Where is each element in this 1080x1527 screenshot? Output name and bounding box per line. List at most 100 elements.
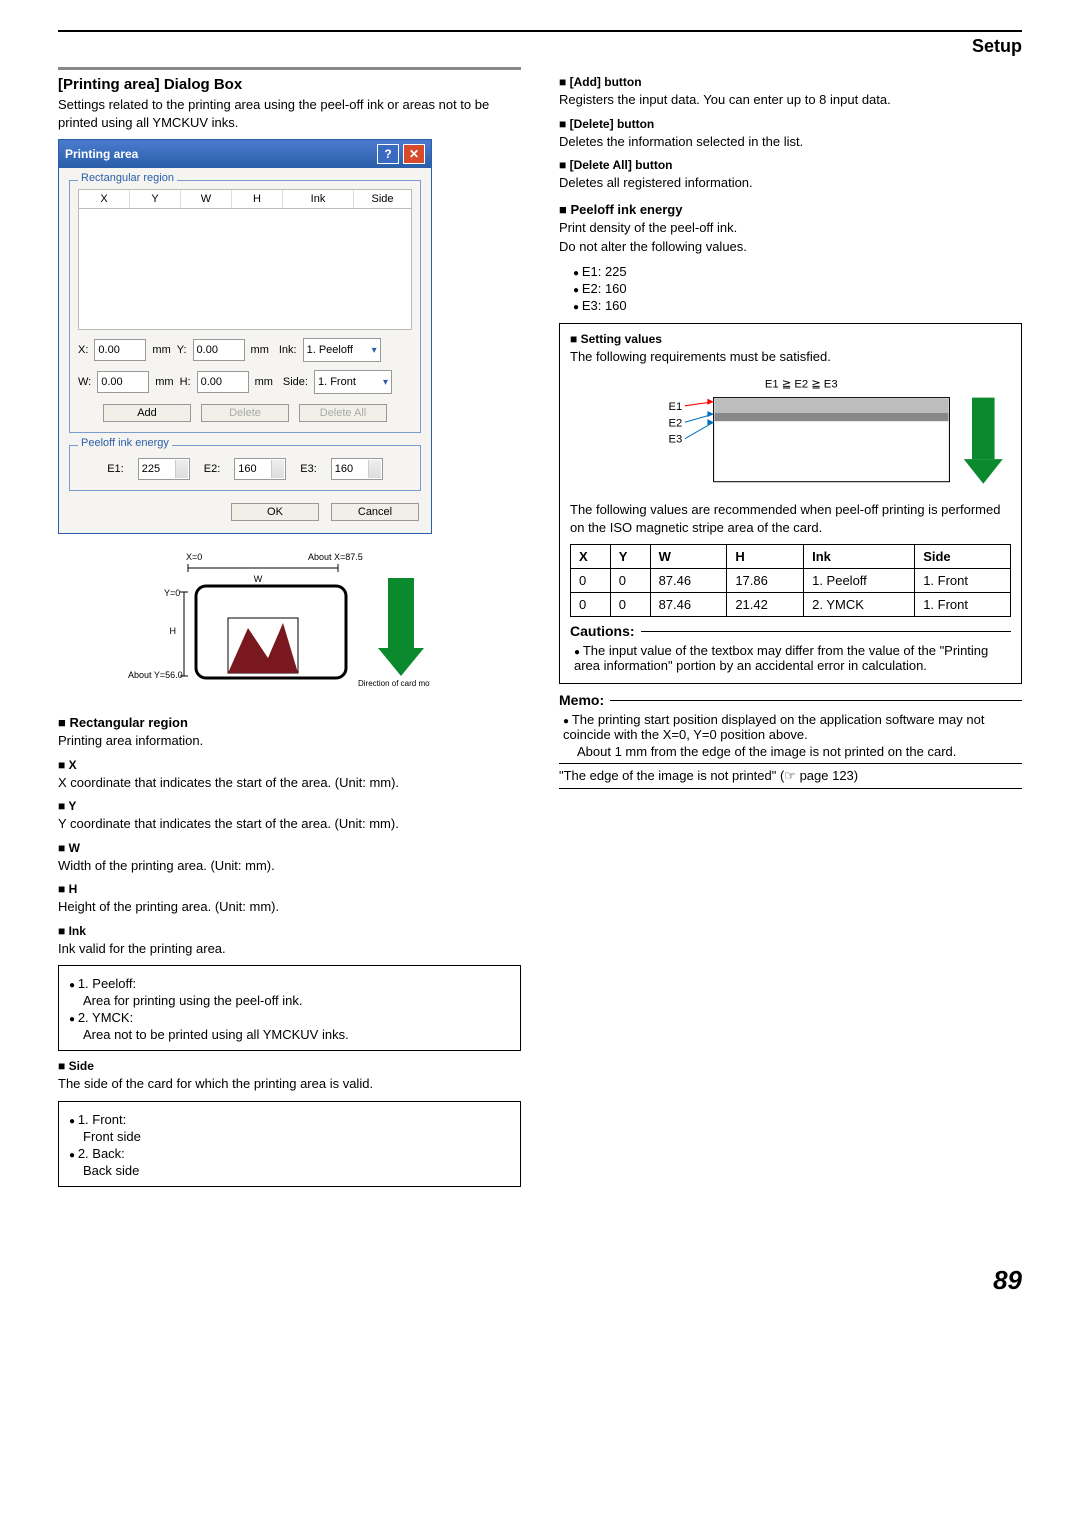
setting-values-box: Setting values The following requirement… (559, 323, 1022, 685)
memo-label: Memo: (559, 692, 604, 708)
y-heading: Y (58, 799, 521, 813)
group-energy-legend: Peeloff ink energy (78, 437, 172, 449)
e3-default: E3: 160 (573, 298, 1022, 313)
energy-diagram: E1 ≧ E2 ≧ E3 E1 E2 E3 (570, 373, 1011, 496)
side-heading: Side (58, 1059, 521, 1073)
rect-region-text: Printing area information. (58, 732, 521, 750)
e3-input[interactable]: 160 (331, 458, 383, 480)
svg-text:E1: E1 (668, 401, 682, 413)
help-icon[interactable]: ? (377, 144, 399, 164)
h-desc: Height of the printing area. (Unit: mm). (58, 898, 521, 916)
w-label: W: (78, 376, 91, 388)
add-btn-heading: [Add] button (559, 75, 1022, 89)
side-options-box: 1. Front: Front side 2. Back: Back side (58, 1101, 521, 1187)
table-row: 00 87.4621.42 2. YMCK1. Front (571, 593, 1011, 617)
side-opt2-desc: Back side (83, 1163, 510, 1178)
peeloff-l1: Print density of the peel-off ink. (559, 219, 1022, 237)
y-input[interactable]: 0.00 (193, 339, 245, 361)
cancel-button[interactable]: Cancel (331, 503, 419, 521)
x-label: X: (78, 344, 88, 356)
w-input[interactable]: 0.00 (97, 371, 149, 393)
y-label: Y: (177, 344, 187, 356)
th-w: W (650, 545, 727, 569)
card-diagram: X=0 About X=87.5 W Y=0 H About Y=56.0 Di… (58, 548, 430, 698)
close-icon[interactable]: ✕ (403, 144, 425, 164)
y-desc: Y coordinate that indicates the start of… (58, 815, 521, 833)
ink-options-box: 1. Peeloff: Area for printing using the … (58, 965, 521, 1051)
delete-button[interactable]: Delete (201, 404, 289, 422)
setting-values-heading: Setting values (570, 332, 1011, 346)
side-opt1-desc: Front side (83, 1129, 510, 1144)
col-w: W (181, 190, 232, 208)
x-input[interactable]: 0.00 (94, 339, 146, 361)
section-title-printing-area: [Printing area] Dialog Box (58, 76, 521, 93)
col-side: Side (354, 190, 411, 208)
h-unit: mm (255, 376, 273, 388)
ink-opt1-desc: Area for printing using the peel-off ink… (83, 993, 510, 1008)
th-y: Y (610, 545, 650, 569)
w-desc: Width of the printing area. (Unit: mm). (58, 857, 521, 875)
cautions-label: Cautions: (570, 623, 635, 639)
delete-all-button[interactable]: Delete All (299, 404, 387, 422)
h-label: H: (180, 376, 191, 388)
ok-button[interactable]: OK (231, 503, 319, 521)
del-btn-heading: [Delete] button (559, 117, 1022, 131)
svg-text:E2: E2 (668, 418, 682, 430)
delall-btn-heading: [Delete All] button (559, 158, 1022, 172)
svg-text:Direction of card movement: Direction of card movement (358, 679, 430, 688)
delall-btn-desc: Deletes all registered information. (559, 174, 1022, 192)
th-ink: Ink (804, 545, 915, 569)
region-list[interactable] (78, 209, 412, 330)
svg-text:W: W (254, 574, 263, 584)
th-side: Side (915, 545, 1011, 569)
recommend-table: X Y W H Ink Side 00 87.4617.86 1. Peelof… (570, 544, 1011, 617)
recommend-text: The following values are recommended whe… (570, 501, 1011, 536)
e2-input[interactable]: 160 (234, 458, 286, 480)
page-top-rule (58, 30, 1022, 32)
x-heading: X (58, 758, 521, 772)
ink-opt2-desc: Area not to be printed using all YMCKUV … (83, 1027, 510, 1042)
svg-text:H: H (170, 626, 177, 636)
setting-values-req: The following requirements must be satis… (570, 348, 1011, 366)
e2-label: E2: (204, 463, 221, 475)
page-reference: "The edge of the image is not printed" (… (559, 768, 1022, 784)
svg-text:About X=87.5: About X=87.5 (308, 552, 363, 562)
h-input[interactable]: 0.00 (197, 371, 249, 393)
svg-text:E3: E3 (668, 434, 682, 446)
memo-bullet1: The printing start position displayed on… (563, 712, 1022, 742)
x-desc: X coordinate that indicates the start of… (58, 774, 521, 792)
page-number: 89 (58, 1265, 1022, 1296)
x-unit: mm (152, 344, 170, 356)
col-y: Y (130, 190, 181, 208)
group-rect-legend: Rectangular region (78, 172, 177, 184)
svg-text:Y=0: Y=0 (164, 588, 180, 598)
e1-default: E1: 225 (573, 264, 1022, 279)
col-h: H (232, 190, 283, 208)
side-desc: The side of the card for which the print… (58, 1075, 521, 1093)
ink-desc: Ink valid for the printing area. (58, 940, 521, 958)
col-ink: Ink (283, 190, 354, 208)
caution-text: The input value of the textbox may diffe… (574, 643, 1011, 673)
svg-text:E1 ≧ E2 ≧ E3: E1 ≧ E2 ≧ E3 (765, 379, 838, 391)
th-x: X (571, 545, 611, 569)
e1-label: E1: (107, 463, 124, 475)
dialog-title: Printing area (65, 147, 138, 161)
ink-opt2-title: 2. YMCK: (78, 1010, 133, 1025)
side-opt1-title: 1. Front: (78, 1112, 126, 1127)
side-opt2-title: 2. Back: (78, 1146, 125, 1161)
w-heading: W (58, 841, 521, 855)
memo-bullet2: About 1 mm from the edge of the image is… (577, 744, 1022, 759)
ink-select[interactable]: 1. Peeloff (303, 338, 381, 362)
h-heading: H (58, 882, 521, 896)
svg-text:X=0: X=0 (186, 552, 202, 562)
add-button[interactable]: Add (103, 404, 191, 422)
add-btn-desc: Registers the input data. You can enter … (559, 91, 1022, 109)
printing-area-dialog: Printing area ? ✕ Rectangular region X Y… (58, 139, 432, 534)
del-btn-desc: Deletes the information selected in the … (559, 133, 1022, 151)
ink-opt1-title: 1. Peeloff: (78, 976, 136, 991)
table-row: 00 87.4617.86 1. Peeloff1. Front (571, 569, 1011, 593)
e1-input[interactable]: 225 (138, 458, 190, 480)
peeloff-heading: Peeloff ink energy (559, 202, 1022, 217)
side-select[interactable]: 1. Front (314, 370, 392, 394)
section-divider (58, 67, 521, 70)
